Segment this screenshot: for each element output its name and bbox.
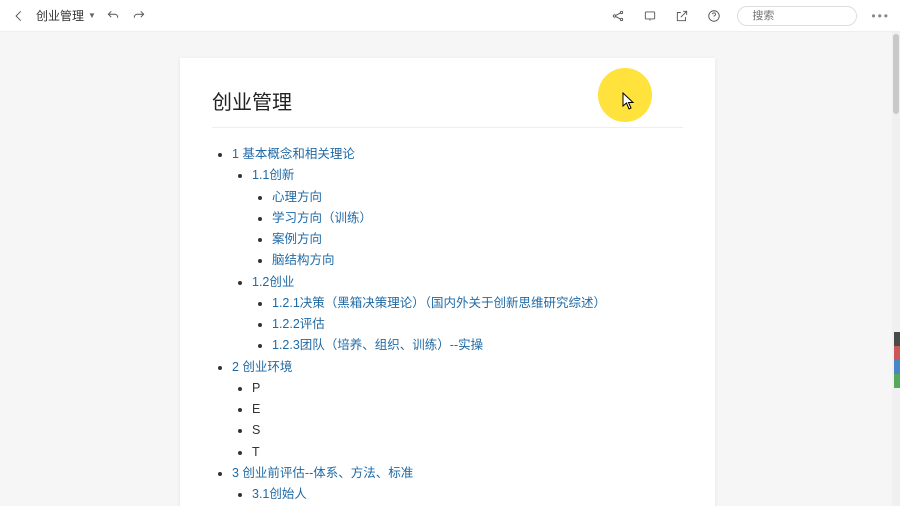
outline-item-label: S <box>252 423 260 437</box>
document-card: 创业管理 1 基本概念和相关理论 1.1创新心理方向学习方向（训练） 案例方向脑结构… <box>180 58 715 506</box>
outline-item: S <box>252 420 683 441</box>
outline-item-label: 1 基本概念和相关理论 <box>232 147 355 161</box>
open-external-icon[interactable] <box>673 7 691 25</box>
outline-item: E <box>252 399 683 420</box>
search-box[interactable] <box>737 6 857 26</box>
outline-item-label: 3.1创始人 <box>252 487 307 501</box>
outline-item-label: 1.2.3团队（培养、组织、训练）--实操 <box>272 338 483 352</box>
outline-item-label: 学习方向（训练） <box>272 211 372 225</box>
outline-item[interactable]: 心理方向 <box>272 187 683 208</box>
outline-item[interactable]: 案例方向 <box>272 229 683 250</box>
edge-tab-2[interactable] <box>894 346 900 360</box>
edge-tab-3[interactable] <box>894 360 900 374</box>
outline-item-label: T <box>252 445 260 459</box>
outline-item[interactable]: 1.2创业 1.2.1决策（黑箱决策理论）（国内外关于创新思维研究综述） 1.2.2… <box>252 272 683 357</box>
toolbar-right: ••• <box>609 6 890 26</box>
editor-canvas: 创业管理 1 基本概念和相关理论 1.1创新心理方向学习方向（训练） 案例方向脑结构… <box>0 32 900 506</box>
edge-tab-4[interactable] <box>894 374 900 388</box>
outline-item[interactable]: 1 基本概念和相关理论 1.1创新心理方向学习方向（训练） 案例方向脑结构方向 1.2… <box>232 144 683 357</box>
outline-item[interactable]: 3.1创始人3.1.1初衷3.1.2心态、为人处事（相关利益者）3.1.3实力3… <box>252 484 683 506</box>
outline-item[interactable]: 1.2.2评估 <box>272 314 683 335</box>
redo-button[interactable] <box>130 7 148 25</box>
outline-item-label: 1.2.2评估 <box>272 317 325 331</box>
edge-tool-tabs[interactable] <box>894 332 900 388</box>
toolbar-left: 创业管理 ▼ <box>10 7 148 25</box>
document-title-dropdown[interactable]: 创业管理 ▼ <box>36 7 96 24</box>
edge-tab-1[interactable] <box>894 332 900 346</box>
outline-list: 1 基本概念和相关理论 1.1创新心理方向学习方向（训练） 案例方向脑结构方向 1.2… <box>212 144 683 506</box>
outline-item[interactable]: 学习方向（训练） <box>272 208 683 229</box>
share-icon[interactable] <box>609 7 627 25</box>
outline-item[interactable]: 1.1创新心理方向学习方向（训练） 案例方向脑结构方向 <box>252 165 683 271</box>
outline-item: P <box>252 378 683 399</box>
outline-item: T <box>252 442 683 463</box>
outline-item[interactable]: 1.2.3团队（培养、组织、训练）--实操 <box>272 335 683 356</box>
outline-item-label: 心理方向 <box>272 190 322 204</box>
outline-item-label: 3 创业前评估--体系、方法、标准 <box>232 466 413 480</box>
outline-item-label: 1.1创新 <box>252 168 294 182</box>
scrollbar-thumb[interactable] <box>893 34 899 114</box>
caret-down-icon: ▼ <box>88 11 96 20</box>
vertical-scrollbar[interactable] <box>892 32 900 506</box>
back-button[interactable] <box>10 7 28 25</box>
outline-item[interactable]: 脑结构方向 <box>272 250 683 271</box>
outline-item-label: 脑结构方向 <box>272 253 335 267</box>
page-title: 创业管理 <box>212 86 683 128</box>
outline-item[interactable]: 2 创业环境 PEST <box>232 357 683 463</box>
outline-item-label: 2 创业环境 <box>232 360 292 374</box>
outline-item-label: E <box>252 402 260 416</box>
outline-item-label: 1.2创业 <box>252 275 294 289</box>
more-menu-button[interactable]: ••• <box>871 9 890 23</box>
outline-item[interactable]: 1.2.1决策（黑箱决策理论）（国内外关于创新思维研究综述） <box>272 293 683 314</box>
help-icon[interactable] <box>705 7 723 25</box>
outline-item-label: P <box>252 381 260 395</box>
outline-item[interactable]: 3 创业前评估--体系、方法、标准 3.1创始人3.1.1初衷3.1.2心态、为人… <box>232 463 683 506</box>
outline-item-label: 1.2.1决策（黑箱决策理论）（国内外关于创新思维研究综述） <box>272 296 606 310</box>
top-toolbar: 创业管理 ▼ ••• <box>0 0 900 32</box>
outline-item-label: 案例方向 <box>272 232 322 246</box>
present-icon[interactable] <box>641 7 659 25</box>
document-title-text: 创业管理 <box>36 7 84 24</box>
undo-button[interactable] <box>104 7 122 25</box>
